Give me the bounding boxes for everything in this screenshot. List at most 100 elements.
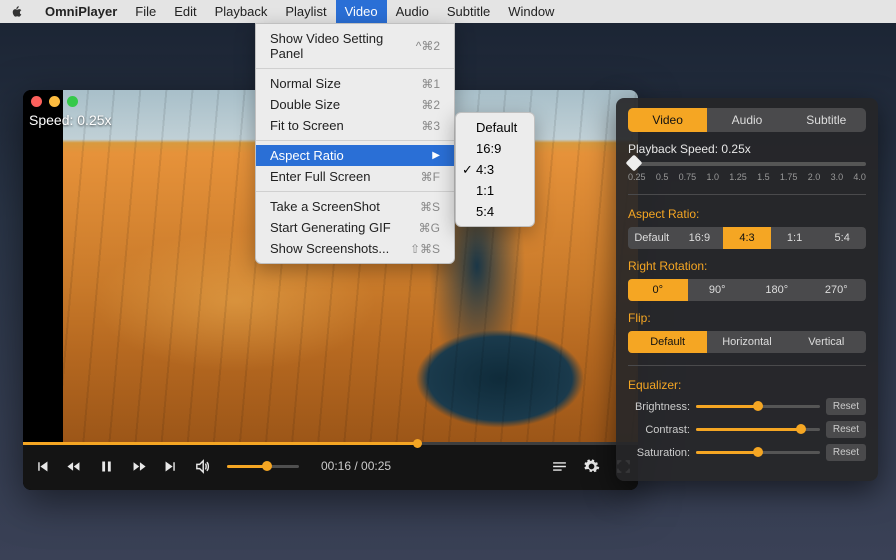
rotation-seg-180[interactable]: 180° — [747, 279, 807, 301]
tab-video[interactable]: Video — [628, 108, 707, 132]
aspect-option-4-3[interactable]: 4:3 — [456, 159, 534, 180]
tick: 0.25 — [628, 172, 646, 182]
menu-show-screenshots[interactable]: Show Screenshots... ⇧⌘S — [256, 238, 454, 259]
tab-audio[interactable]: Audio — [707, 108, 786, 132]
menu-shortcut: ⌘S — [420, 200, 440, 214]
menubar-item-audio[interactable]: Audio — [387, 0, 438, 23]
rewind-button[interactable] — [59, 452, 89, 480]
tab-subtitle[interactable]: Subtitle — [787, 108, 866, 132]
flip-seg-vertical[interactable]: Vertical — [787, 331, 866, 353]
slider-handle[interactable] — [626, 155, 643, 172]
tick: 0.5 — [656, 172, 669, 182]
playback-speed-slider[interactable] — [628, 162, 866, 166]
menu-label: Enter Full Screen — [270, 169, 370, 184]
menu-label: Aspect Ratio — [270, 148, 344, 163]
contrast-slider[interactable] — [696, 428, 820, 431]
menu-start-gif[interactable]: Start Generating GIF⌘G — [256, 217, 454, 238]
play-pause-button[interactable] — [91, 452, 121, 480]
saturation-reset-button[interactable]: Reset — [826, 444, 866, 461]
flip-segment: Default Horizontal Vertical — [628, 331, 866, 353]
rotation-seg-270[interactable]: 270° — [807, 279, 867, 301]
settings-button[interactable] — [576, 452, 606, 480]
close-window-button[interactable] — [31, 96, 42, 107]
chevron-right-icon: ▶ — [432, 150, 440, 161]
brightness-reset-button[interactable]: Reset — [826, 398, 866, 415]
aspect-ratio-submenu: Default 16:9 4:3 1:1 5:4 — [455, 112, 535, 227]
rotation-seg-0[interactable]: 0° — [628, 279, 688, 301]
menubar-item-playlist[interactable]: Playlist — [276, 0, 335, 23]
rotation-seg-90[interactable]: 90° — [688, 279, 748, 301]
menu-double-size[interactable]: Double Size⌘2 — [256, 94, 454, 115]
eq-contrast-row: Contrast: Reset — [628, 421, 866, 438]
aspect-seg-16-9[interactable]: 16:9 — [676, 227, 724, 249]
aspect-ratio-label: Aspect Ratio: — [628, 207, 866, 221]
next-track-button[interactable] — [155, 452, 185, 480]
aspect-seg-5-4[interactable]: 5:4 — [818, 227, 866, 249]
menu-shortcut: ^⌘2 — [416, 39, 440, 53]
volume-fill — [227, 465, 267, 468]
menu-shortcut: ⌘1 — [421, 77, 440, 91]
tick: 1.5 — [757, 172, 770, 182]
speed-overlay: Speed: 0.25x — [29, 112, 112, 128]
menubar-item-subtitle[interactable]: Subtitle — [438, 0, 499, 23]
menu-fit-to-screen[interactable]: Fit to Screen⌘3 — [256, 115, 454, 136]
menu-label: Take a ScreenShot — [270, 199, 380, 214]
video-menu-dropdown: Show Video Setting Panel^⌘2 Normal Size ⌘… — [255, 23, 455, 264]
panel-tabs: Video Audio Subtitle — [628, 108, 866, 132]
aspect-option-5-4[interactable]: 5:4 — [456, 201, 534, 222]
tick: 1.25 — [729, 172, 747, 182]
menu-label: Show Screenshots... — [270, 241, 389, 256]
rotation-segment: 0° 90° 180° 270° — [628, 279, 866, 301]
menu-shortcut: ⇧⌘S — [410, 242, 440, 256]
saturation-slider[interactable] — [696, 451, 820, 454]
menu-take-screenshot[interactable]: Take a ScreenShot ⌘S — [256, 196, 454, 217]
slider-fill — [696, 405, 758, 408]
menu-aspect-ratio[interactable]: Aspect Ratio ▶ — [256, 145, 454, 166]
rotation-label: Right Rotation: — [628, 259, 866, 273]
equalizer-label: Equalizer: — [628, 378, 866, 392]
aspect-ratio-segment: Default 16:9 4:3 1:1 5:4 — [628, 227, 866, 249]
saturation-label: Saturation: — [628, 447, 690, 459]
menubar-app-name[interactable]: OmniPlayer — [36, 0, 126, 23]
zoom-window-button[interactable] — [67, 96, 78, 107]
tick: 4.0 — [853, 172, 866, 182]
flip-seg-horizontal[interactable]: Horizontal — [707, 331, 786, 353]
aspect-option-1-1[interactable]: 1:1 — [456, 180, 534, 201]
progress-track[interactable] — [23, 442, 638, 445]
volume-slider[interactable] — [227, 465, 299, 468]
menu-normal-size[interactable]: Normal Size ⌘1 — [256, 73, 454, 94]
volume-icon[interactable] — [187, 452, 217, 480]
playback-speed-label: Playback Speed: 0.25x — [628, 142, 866, 156]
forward-button[interactable] — [123, 452, 153, 480]
aspect-option-16-9[interactable]: 16:9 — [456, 138, 534, 159]
contrast-reset-button[interactable]: Reset — [826, 421, 866, 438]
menu-shortcut: ⌘3 — [421, 119, 440, 133]
menu-label: Double Size — [270, 97, 340, 112]
menu-label: Normal Size — [270, 76, 341, 91]
tick: 1.75 — [780, 172, 798, 182]
eq-saturation-row: Saturation: Reset — [628, 444, 866, 461]
playlist-button[interactable] — [544, 452, 574, 480]
menubar-item-edit[interactable]: Edit — [165, 0, 205, 23]
aspect-option-default[interactable]: Default — [456, 117, 534, 138]
menubar-item-file[interactable]: File — [126, 0, 165, 23]
tick: 1.0 — [706, 172, 719, 182]
aspect-seg-default[interactable]: Default — [628, 227, 676, 249]
tick: 3.0 — [831, 172, 844, 182]
slider-fill — [696, 428, 801, 431]
menubar-item-window[interactable]: Window — [499, 0, 563, 23]
flip-seg-default[interactable]: Default — [628, 331, 707, 353]
menubar-item-playback[interactable]: Playback — [206, 0, 277, 23]
time-display: 00:16 / 00:25 — [321, 459, 391, 473]
brightness-slider[interactable] — [696, 405, 820, 408]
aspect-seg-4-3[interactable]: 4:3 — [723, 227, 771, 249]
menu-show-video-panel[interactable]: Show Video Setting Panel^⌘2 — [256, 28, 454, 64]
aspect-seg-1-1[interactable]: 1:1 — [771, 227, 819, 249]
speed-tick-labels: 0.250.50.751.01.251.51.752.03.04.0 — [628, 172, 866, 182]
menu-enter-fullscreen[interactable]: Enter Full Screen⌘F — [256, 166, 454, 187]
video-settings-panel: Video Audio Subtitle Playback Speed: 0.2… — [616, 98, 878, 481]
minimize-window-button[interactable] — [49, 96, 60, 107]
menu-label: Show Video Setting Panel — [270, 31, 416, 61]
menubar-item-video[interactable]: Video — [336, 0, 387, 23]
prev-track-button[interactable] — [27, 452, 57, 480]
